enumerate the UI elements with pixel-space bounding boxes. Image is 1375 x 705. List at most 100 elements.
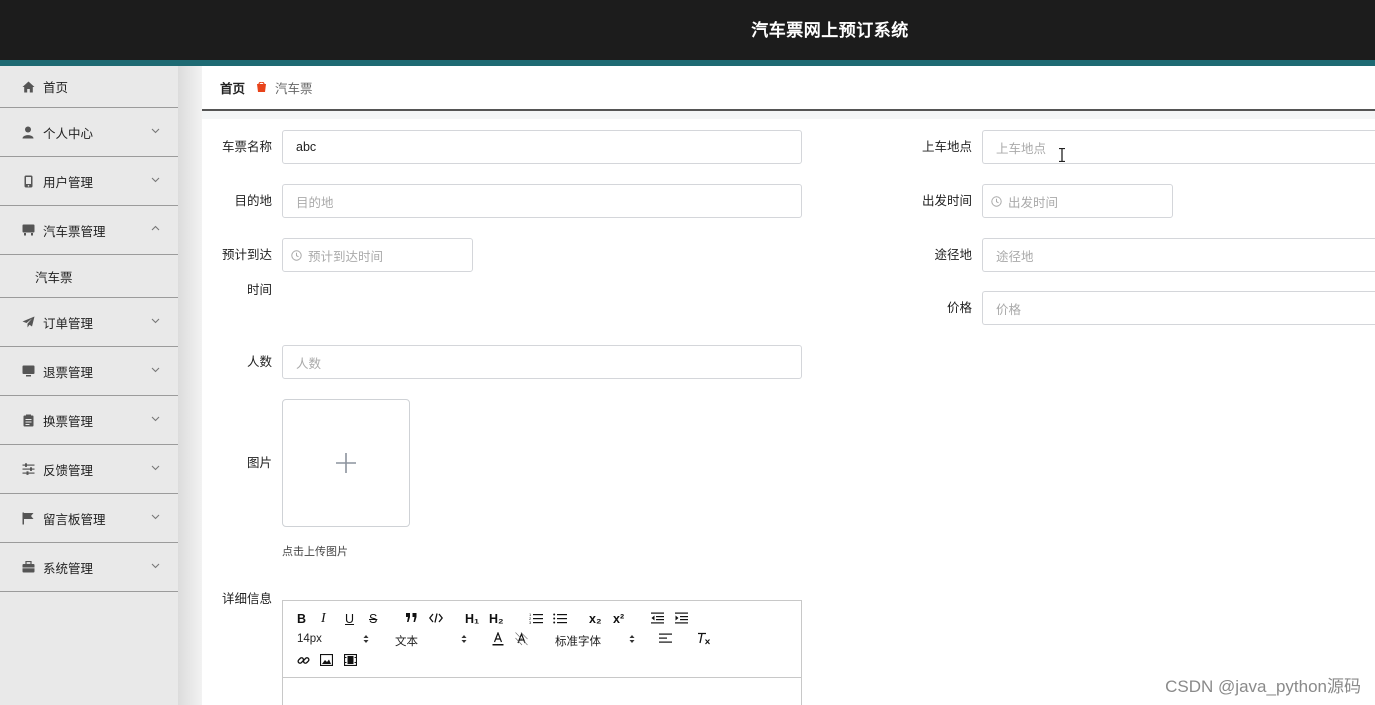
- sidebar-subitem-bus-ticket[interactable]: 汽车票: [0, 255, 180, 298]
- font-family-value: 标准字体: [555, 636, 601, 648]
- clipboard-icon: [21, 413, 35, 427]
- sidebar: 首页 个人中心 用户管理 汽车票管理 汽车票 订单管理 退票管理 换票管理 反馈…: [0, 66, 180, 705]
- arrival-time-label-line2: 时间: [246, 283, 272, 297]
- italic-button[interactable]: I: [321, 612, 326, 626]
- price-input[interactable]: 价格: [982, 291, 1375, 325]
- align-select[interactable]: [659, 633, 672, 644]
- background-color-button[interactable]: [515, 632, 528, 646]
- sidebar-item-messages[interactable]: 留言板管理: [0, 494, 180, 543]
- h1-button[interactable]: H₁: [465, 612, 479, 626]
- sidebar-item-label: 汽车票管理: [43, 224, 106, 239]
- indent-button[interactable]: [675, 612, 688, 624]
- briefcase-icon: [21, 560, 35, 574]
- sliders-icon: [21, 462, 35, 476]
- via-input[interactable]: 途径地: [982, 238, 1375, 272]
- sidebar-item-bus-tickets[interactable]: 汽车票管理: [0, 206, 180, 255]
- clear-format-button[interactable]: [697, 632, 711, 645]
- sidebar-item-label: 换票管理: [43, 414, 94, 429]
- arrival-time-picker[interactable]: 预计到达时间: [282, 238, 473, 272]
- superscript-button[interactable]: x²: [613, 612, 624, 626]
- sidebar-item-feedback[interactable]: 反馈管理: [0, 445, 180, 494]
- image-icon: [320, 654, 333, 666]
- outdent-button[interactable]: [651, 612, 664, 624]
- via-label: 途径地: [934, 248, 972, 262]
- video-insert-button[interactable]: [344, 654, 357, 666]
- boarding-point-label: 上车地点: [921, 140, 972, 154]
- sidebar-item-home[interactable]: 首页: [0, 66, 180, 108]
- people-count-input[interactable]: 人数: [282, 345, 802, 379]
- chevron-down-icon: [151, 563, 160, 569]
- svg-text:3: 3: [529, 620, 532, 624]
- watermark: CSDN @java_python源码: [1165, 677, 1361, 696]
- bold-button[interactable]: B: [297, 612, 306, 626]
- bus-ticket-icon: [21, 223, 35, 237]
- ticket-name-input[interactable]: abc: [282, 130, 802, 164]
- departure-time-label: 出发时间: [921, 194, 972, 208]
- people-count-placeholder: 人数: [296, 356, 322, 371]
- breadcrumb: 首页 汽车票: [202, 66, 1375, 111]
- image-insert-button[interactable]: [320, 654, 333, 666]
- h2-button[interactable]: H₂: [489, 612, 504, 626]
- sidebar-item-orders[interactable]: 订单管理: [0, 298, 180, 347]
- breadcrumb-current: 汽车票: [275, 82, 313, 96]
- paragraph-select[interactable]: 文本: [395, 633, 471, 649]
- font-color-icon: [492, 632, 504, 646]
- top-header: 汽车票网上预订系统: [0, 0, 1375, 66]
- arrival-time-placeholder: 预计到达时间: [308, 249, 384, 264]
- indent-icon: [675, 612, 688, 624]
- image-label: 图片: [246, 456, 272, 470]
- rich-text-editor: B I U S H₁ H₂ 123 x₂ x² 14px 文本 标准字体: [282, 600, 802, 705]
- editor-toolbar: B I U S H₁ H₂ 123 x₂ x² 14px 文本 标准字体: [283, 601, 801, 678]
- destination-input[interactable]: 目的地: [282, 184, 802, 218]
- bullet-list-button[interactable]: [553, 612, 567, 624]
- breadcrumb-home[interactable]: 首页: [220, 78, 245, 97]
- user-icon: [21, 125, 35, 139]
- sidebar-item-system[interactable]: 系统管理: [0, 543, 180, 592]
- sidebar-divider: [178, 66, 202, 705]
- destination-placeholder: 目的地: [296, 195, 334, 210]
- font-size-value: 14px: [297, 633, 322, 645]
- home-icon: [21, 80, 35, 94]
- sidebar-item-label: 个人中心: [43, 126, 94, 141]
- sidebar-item-profile[interactable]: 个人中心: [0, 108, 180, 157]
- strike-button[interactable]: S: [369, 612, 377, 626]
- sidebar-item-label: 系统管理: [43, 561, 94, 576]
- font-family-select[interactable]: 标准字体: [555, 633, 639, 649]
- link-button[interactable]: [297, 654, 310, 667]
- destination-label: 目的地: [234, 194, 272, 208]
- sidebar-item-label: 首页: [43, 81, 69, 95]
- code-block-button[interactable]: [429, 613, 443, 623]
- chevron-down-icon: [151, 367, 160, 373]
- sidebar-item-exchange[interactable]: 换票管理: [0, 396, 180, 445]
- plus-icon: [336, 453, 356, 473]
- image-upload-button[interactable]: [282, 399, 410, 527]
- sidebar-item-users[interactable]: 用户管理: [0, 157, 180, 206]
- chevron-down-icon: [151, 177, 160, 183]
- app-title: 汽车票网上预订系统: [751, 21, 909, 40]
- underline-button[interactable]: U: [345, 612, 354, 626]
- sidebar-item-refunds[interactable]: 退票管理: [0, 347, 180, 396]
- sidebar-item-label: 退票管理: [43, 365, 94, 380]
- code-icon: [429, 613, 443, 623]
- sidebar-item-label: 反馈管理: [43, 463, 94, 478]
- highlight-icon: [515, 632, 528, 646]
- bullet-list-icon: [553, 613, 567, 624]
- font-size-select[interactable]: 14px: [297, 633, 373, 645]
- detail-label: 详细信息: [221, 592, 272, 606]
- boarding-point-input[interactable]: 上车地点: [982, 130, 1375, 164]
- phone-icon: [21, 174, 35, 188]
- paragraph-value: 文本: [395, 636, 418, 648]
- clock-icon: [291, 249, 302, 261]
- font-color-button[interactable]: [492, 632, 504, 646]
- price-placeholder: 价格: [996, 302, 1022, 317]
- ordered-list-icon: 123: [529, 612, 543, 624]
- ordered-list-button[interactable]: 123: [529, 612, 543, 624]
- outdent-icon: [651, 612, 664, 624]
- breadcrumb-separator-icon: [255, 82, 267, 94]
- blockquote-button[interactable]: [405, 612, 418, 623]
- chevron-down-icon: [151, 465, 160, 471]
- subscript-button[interactable]: x₂: [589, 612, 602, 626]
- select-arrows-icon: [363, 635, 369, 643]
- departure-time-picker[interactable]: 出发时间: [982, 184, 1173, 218]
- people-count-label: 人数: [246, 355, 272, 369]
